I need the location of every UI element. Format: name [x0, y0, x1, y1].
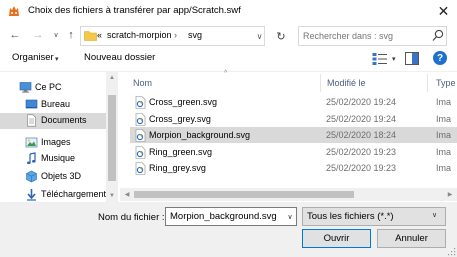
nav-item-images[interactable]: Images: [0, 135, 108, 151]
window-title: Choix des fichiers à transférer par app/…: [28, 5, 241, 16]
help-button[interactable]: ?: [433, 51, 447, 65]
svg-file-icon: [135, 162, 146, 175]
nav-item-label: Objets 3D: [41, 171, 82, 181]
file-row[interactable]: Cross_grey.svg 25/02/2020 19:24 Ima: [130, 111, 457, 127]
search-input[interactable]: [303, 29, 423, 43]
cancel-button[interactable]: Annuler: [377, 229, 446, 248]
filetype-dropdown-icon[interactable]: ∨: [432, 211, 437, 219]
recent-locations-button[interactable]: ∨: [49, 27, 63, 43]
breadcrumb-item[interactable]: « scratch-morpion: [97, 30, 172, 40]
breadcrumb-svg[interactable]: svg: [188, 30, 202, 40]
organise-button[interactable]: Organiser: [12, 52, 54, 63]
file-modified: 25/02/2020 19:23: [326, 147, 397, 157]
breadcrumb-separator[interactable]: ›: [174, 30, 177, 40]
svg-file-icon: [135, 96, 146, 109]
scroll-down-icon[interactable]: ▼: [106, 191, 118, 201]
refresh-button[interactable]: ↻: [271, 26, 291, 46]
nav-item-label: Images: [41, 137, 71, 147]
3d-objects-icon: [26, 170, 37, 183]
horizontal-scrollbar-thumb[interactable]: [134, 191, 354, 198]
nav-item-label: Ce PC: [35, 82, 62, 92]
file-name: Cross_grey.svg: [149, 114, 211, 124]
new-folder-button[interactable]: Nouveau dossier: [84, 52, 155, 63]
filename-label: Nom du fichier :: [98, 212, 165, 223]
file-type: Ima: [436, 130, 452, 140]
filetype-value: Tous les fichiers (*.*): [307, 211, 394, 222]
scroll-right-icon[interactable]: ▶: [445, 189, 455, 200]
column-divider[interactable]: [427, 74, 428, 92]
nav-item-label: Musique: [41, 153, 76, 163]
nav-item-ce-pc[interactable]: Ce PC: [0, 80, 108, 96]
file-modified: 25/02/2020 19:23: [326, 163, 397, 173]
column-header-modified[interactable]: Modifié le: [327, 78, 366, 88]
scroll-up-icon[interactable]: ▲: [106, 73, 118, 83]
forward-button[interactable]: →: [31, 27, 45, 43]
scroll-left-icon[interactable]: ◀: [122, 189, 132, 200]
breadcrumb-scratch-morpion: scratch-morpion: [107, 30, 172, 40]
images-icon: [25, 137, 38, 148]
nav-item-objets-3d[interactable]: Objets 3D: [0, 169, 108, 185]
svg-file-icon: [135, 113, 146, 126]
file-row[interactable]: Ring_green.svg 25/02/2020 19:23 Ima: [130, 144, 457, 160]
file-type: Ima: [436, 147, 452, 157]
resize-grip-icon[interactable]: [447, 247, 456, 256]
computer-icon: [19, 82, 32, 93]
desktop-icon: [25, 99, 38, 109]
music-icon: [27, 152, 36, 165]
organise-dropdown-icon[interactable]: ▾: [55, 55, 59, 63]
file-name: Ring_green.svg: [149, 147, 213, 157]
nav-scrollbar-thumb[interactable]: [108, 95, 116, 181]
column-header-type[interactable]: Type: [436, 78, 456, 88]
nav-item-label: Documents: [41, 115, 87, 125]
column-divider[interactable]: [320, 74, 321, 92]
file-row[interactable]: Cross_green.svg 25/02/2020 19:24 Ima: [130, 94, 457, 110]
toolbar: [0, 48, 457, 72]
file-name: Morpion_background.svg: [149, 130, 251, 140]
sort-ascending-icon: ^: [224, 70, 228, 77]
nav-item-bureau[interactable]: Bureau: [0, 97, 108, 113]
column-header-name[interactable]: Nom: [133, 78, 152, 88]
breadcrumb-prefix: «: [97, 30, 103, 40]
file-name: Cross_green.svg: [149, 97, 218, 107]
nav-item-telechargements[interactable]: Téléchargements: [0, 187, 108, 203]
filename-dropdown-icon[interactable]: ∨: [285, 209, 295, 224]
search-icon[interactable]: [432, 29, 444, 42]
folder-icon: [84, 31, 97, 41]
file-modified: 25/02/2020 19:24: [326, 114, 397, 124]
documents-icon: [27, 114, 36, 127]
preview-pane-icon[interactable]: [405, 52, 419, 65]
view-dropdown-icon[interactable]: ▾: [392, 55, 396, 63]
svg-file-icon: [135, 146, 146, 159]
up-folder-button[interactable]: ↑: [64, 27, 78, 43]
file-type: Ima: [436, 97, 452, 107]
nav-item-musique[interactable]: Musique: [0, 151, 108, 167]
file-row-selected[interactable]: Morpion_background.svg 25/02/2020 18:24 …: [130, 127, 457, 143]
close-button[interactable]: ✕: [430, 0, 457, 22]
file-row[interactable]: Ring_grey.svg 25/02/2020 19:23 Ima: [130, 160, 457, 176]
file-modified: 25/02/2020 19:24: [326, 97, 397, 107]
file-modified: 25/02/2020 18:24: [326, 130, 397, 140]
file-type: Ima: [436, 163, 452, 173]
app-icon: [9, 6, 19, 16]
nav-item-label: Téléchargements: [41, 189, 107, 199]
file-name: Ring_grey.svg: [149, 163, 206, 173]
filename-input[interactable]: [165, 207, 297, 226]
address-dropdown-icon[interactable]: ∨: [254, 28, 265, 44]
file-type: Ima: [436, 114, 452, 124]
nav-item-documents[interactable]: Documents: [0, 113, 108, 129]
open-button[interactable]: Ouvrir: [302, 229, 371, 248]
back-button[interactable]: ←: [8, 27, 22, 43]
nav-item-label: Bureau: [41, 99, 71, 109]
view-options-icon[interactable]: [372, 52, 388, 66]
downloads-icon: [27, 189, 36, 201]
svg-file-icon: [135, 129, 146, 142]
